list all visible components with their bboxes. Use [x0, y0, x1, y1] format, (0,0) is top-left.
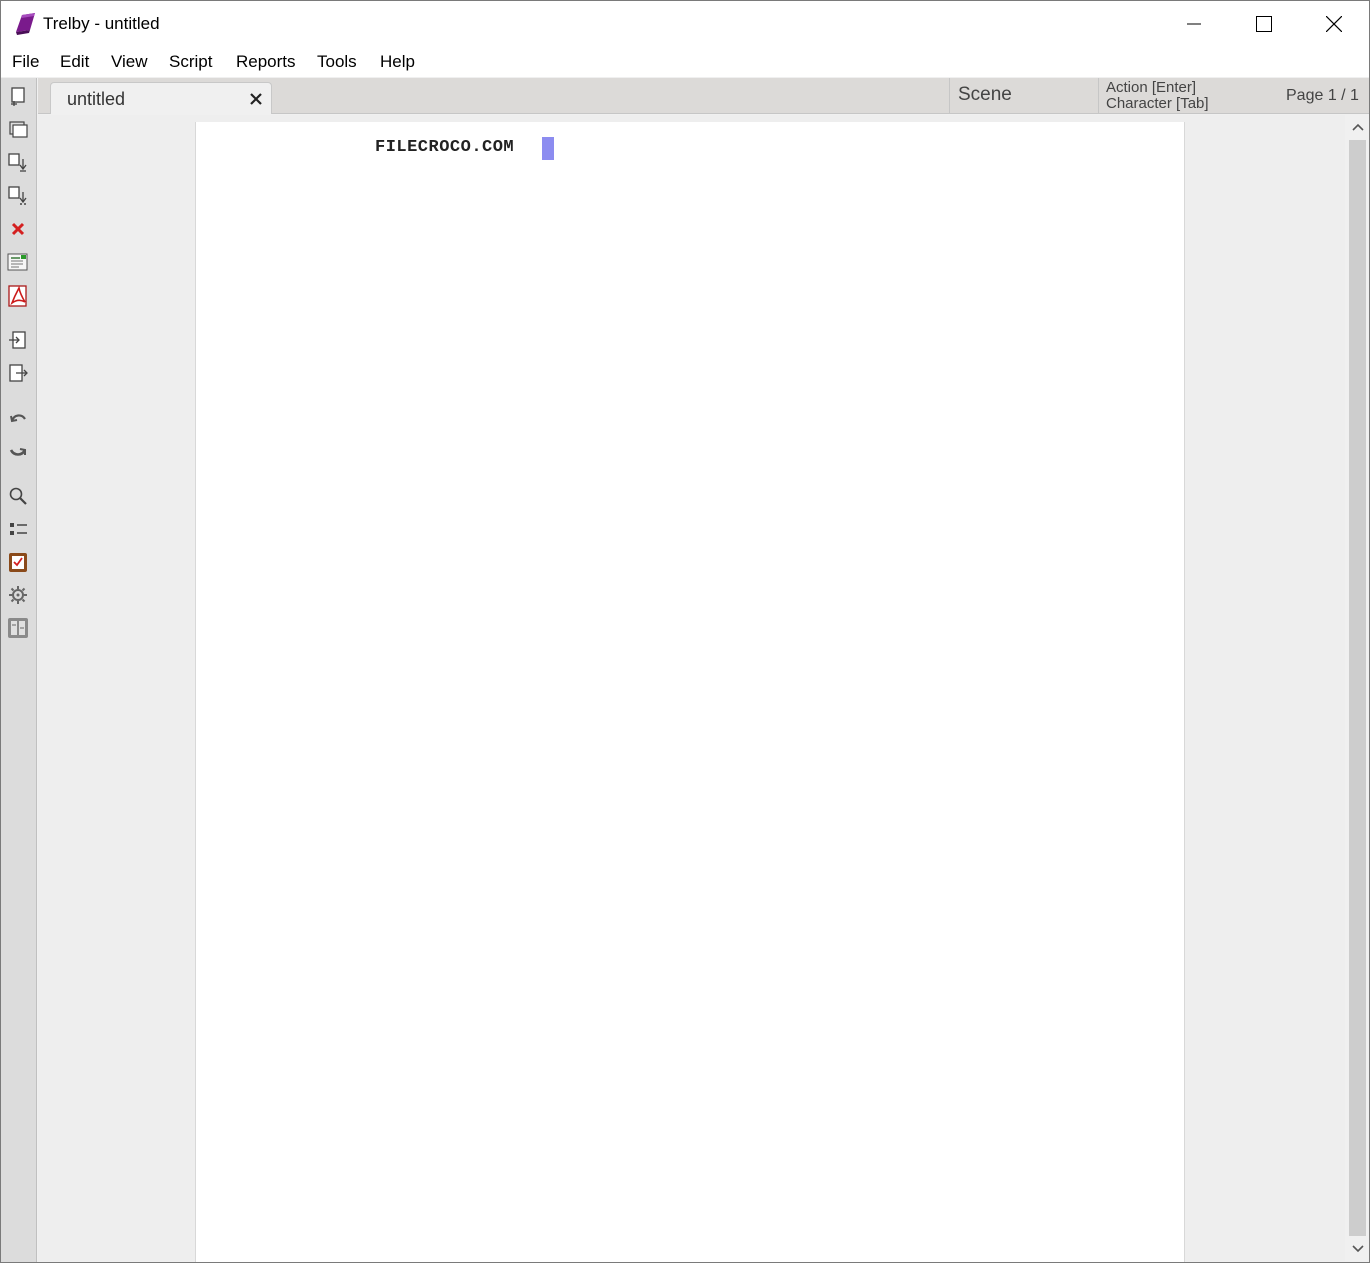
element-type-indicator: Scene [949, 78, 1099, 114]
trelby-logo-icon [16, 13, 35, 35]
save-icon [8, 153, 27, 172]
chevron-down-icon [1351, 1245, 1364, 1253]
tab-untitled[interactable]: untitled [50, 82, 272, 114]
spell-check-button[interactable] [6, 550, 30, 574]
export-to-button[interactable] [6, 361, 30, 385]
tab-hint: Character [Tab] [1106, 95, 1209, 112]
open-icon [9, 121, 28, 138]
export-button[interactable] [6, 250, 30, 274]
pdf-button[interactable] [6, 284, 30, 308]
tab-strip: untitled Scene Action [Enter] Character … [38, 78, 1369, 114]
search-icon [9, 487, 27, 505]
scroll-thumb[interactable] [1349, 140, 1366, 1236]
export-icon [7, 253, 28, 271]
menu-tools[interactable]: Tools [317, 52, 357, 72]
maximize-button[interactable] [1229, 1, 1299, 47]
save-as-icon [8, 186, 27, 205]
tab-label: untitled [67, 89, 126, 109]
menu-script[interactable]: Script [169, 52, 212, 72]
settings-button[interactable] [6, 583, 30, 607]
element-type-label: Scene [958, 84, 1012, 105]
enter-hint: Action [Enter] [1106, 79, 1197, 96]
spell-check-icon [9, 553, 27, 572]
undo-button[interactable] [6, 406, 30, 430]
new-script-icon [11, 87, 25, 106]
script-line[interactable]: FILECROCO.COM [375, 138, 514, 157]
undo-icon [10, 414, 26, 423]
outline-button[interactable] [6, 517, 30, 541]
close-icon [1326, 16, 1342, 32]
maximize-icon [1256, 16, 1272, 32]
chevron-up-icon [1351, 123, 1364, 131]
title-bar: Trelby - untitled [1, 1, 1369, 47]
text-cursor [542, 137, 554, 160]
compare-icon [8, 618, 28, 638]
scroll-up-button[interactable] [1346, 115, 1369, 139]
menu-reports[interactable]: Reports [236, 52, 296, 72]
close-script-icon [11, 222, 25, 236]
menu-bar: File Edit View Script Reports Tools Help [1, 47, 1369, 77]
close-script-button[interactable] [6, 217, 30, 241]
close-tab-icon[interactable] [247, 90, 265, 108]
scroll-down-button[interactable] [1346, 1237, 1369, 1261]
menu-help[interactable]: Help [380, 52, 415, 72]
open-button[interactable] [6, 117, 30, 141]
menu-file[interactable]: File [12, 52, 39, 72]
minimize-button[interactable] [1159, 1, 1229, 47]
compare-button[interactable] [6, 616, 30, 640]
menu-edit[interactable]: Edit [60, 52, 89, 72]
find-button[interactable] [6, 484, 30, 508]
import-button[interactable] [6, 328, 30, 352]
vertical-scrollbar[interactable] [1346, 115, 1369, 1262]
window-title: Trelby - untitled [43, 14, 160, 33]
close-window-button[interactable] [1299, 1, 1369, 47]
redo-button[interactable] [6, 439, 30, 463]
save-as-button[interactable] [6, 183, 30, 207]
new-script-button[interactable] [6, 84, 30, 108]
script-page[interactable]: FILECROCO.COM [195, 122, 1185, 1262]
pdf-icon [8, 285, 27, 307]
save-button[interactable] [6, 150, 30, 174]
import-icon [9, 331, 26, 349]
gear-icon [9, 586, 27, 604]
minimize-icon [1187, 23, 1201, 25]
left-toolbar [1, 78, 37, 1262]
menu-view[interactable]: View [111, 52, 148, 72]
app-window: Trelby - untitled File Edit View Script … [0, 0, 1370, 1263]
redo-icon [9, 448, 27, 456]
outline-icon [10, 523, 27, 535]
export-to-icon [9, 364, 28, 382]
page-indicator: Page 1 / 1 [1286, 87, 1359, 104]
